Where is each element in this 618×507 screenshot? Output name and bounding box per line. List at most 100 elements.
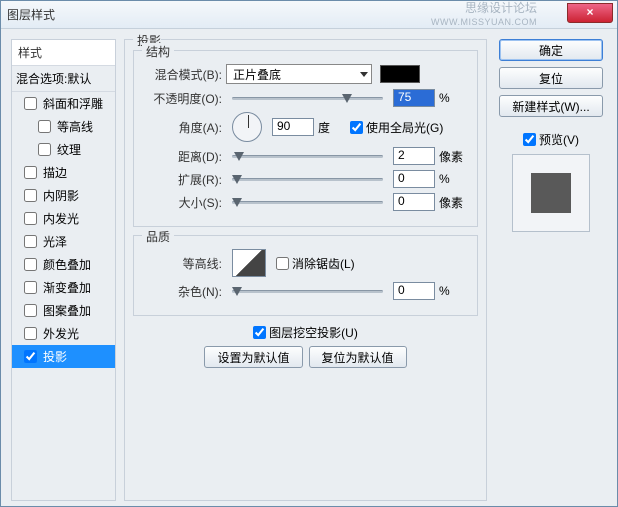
distance-input[interactable]: 2 [393,147,435,165]
effect-label: 描边 [43,164,67,181]
effect-label: 斜面和浮雕 [43,95,103,112]
contour-picker[interactable] [232,249,266,277]
opacity-input[interactable]: 75 [393,89,435,107]
antialias-checkbox[interactable]: 消除锯齿(L) [276,255,355,272]
defaults-button-row: 设置为默认值 复位为默认值 [133,346,478,368]
effect-item[interactable]: 描边 [12,161,115,184]
effect-item[interactable]: 外发光 [12,322,115,345]
effect-label: 内发光 [43,210,79,227]
cancel-button[interactable]: 复位 [499,67,603,89]
effect-checkbox[interactable] [24,97,37,110]
effect-item[interactable]: 渐变叠加 [12,276,115,299]
styles-column: 样式 混合选项:默认 斜面和浮雕等高线纹理描边内阴影内发光光泽颜色叠加渐变叠加图… [11,39,116,496]
spread-unit: % [439,172,467,186]
contour-label: 等高线: [144,255,222,272]
settings-column: 投影 结构 混合模式(B): 正片叠底 不透明度(O): [124,39,487,496]
size-slider[interactable] [232,194,383,210]
effect-label: 光泽 [43,233,67,250]
preview-box [512,154,590,232]
styles-header[interactable]: 样式 [12,40,115,66]
effect-checkbox[interactable] [24,235,37,248]
new-style-button[interactable]: 新建样式(W)... [499,95,603,117]
noise-label: 杂色(N): [144,283,222,300]
close-icon: × [586,5,593,19]
noise-row: 杂色(N): 0 % [144,282,467,300]
blend-mode-row: 混合模式(B): 正片叠底 [144,64,467,84]
noise-input[interactable]: 0 [393,282,435,300]
effect-item[interactable]: 颜色叠加 [12,253,115,276]
quality-group: 品质 等高线: 消除锯齿(L) 杂色(N): 0 % [133,235,478,316]
dialog-body: 样式 混合选项:默认 斜面和浮雕等高线纹理描边内阴影内发光光泽颜色叠加渐变叠加图… [1,29,617,506]
effect-label: 颜色叠加 [43,256,91,273]
spread-label: 扩展(R): [144,171,222,188]
distance-unit: 像素 [439,148,467,165]
structure-group: 结构 混合模式(B): 正片叠底 不透明度(O): 75 % [133,50,478,227]
effect-item[interactable]: 投影 [12,345,115,368]
structure-legend: 结构 [142,43,174,60]
ok-button[interactable]: 确定 [499,39,603,61]
angle-input[interactable]: 90 [272,118,314,136]
contour-row: 等高线: 消除锯齿(L) [144,249,467,277]
shadow-color-swatch[interactable] [380,65,420,83]
titlebar: 图层样式 思缘设计论坛 WWW.MISSYUAN.COM × [1,1,617,29]
effect-checkbox[interactable] [24,327,37,340]
blend-mode-label: 混合模式(B): [144,66,222,83]
blend-options-row[interactable]: 混合选项:默认 [12,66,115,92]
effect-label: 等高线 [57,118,93,135]
size-input[interactable]: 0 [393,193,435,211]
effect-label: 纹理 [57,141,81,158]
effect-label: 图案叠加 [43,302,91,319]
effect-item[interactable]: 光泽 [12,230,115,253]
close-button[interactable]: × [567,3,613,23]
opacity-unit: % [439,91,467,105]
spread-slider[interactable] [232,171,383,187]
effect-checkbox[interactable] [24,350,37,363]
effect-checkbox[interactable] [24,281,37,294]
angle-row: 角度(A): 90 度 使用全局光(G) [144,112,467,142]
effect-item[interactable]: 纹理 [12,138,115,161]
effect-item[interactable]: 图案叠加 [12,299,115,322]
preview-checkbox[interactable]: 预览(V) [523,131,579,148]
effect-checkbox[interactable] [24,189,37,202]
effect-item[interactable]: 内发光 [12,207,115,230]
global-light-checkbox[interactable]: 使用全局光(G) [350,119,443,136]
noise-unit: % [439,284,467,298]
opacity-slider[interactable] [232,90,383,106]
opacity-label: 不透明度(O): [144,90,222,107]
effect-item[interactable]: 斜面和浮雕 [12,92,115,115]
spread-row: 扩展(R): 0 % [144,170,467,188]
window-title: 图层样式 [7,6,55,23]
effect-checkbox[interactable] [38,120,51,133]
noise-slider[interactable] [232,283,383,299]
distance-slider[interactable] [232,148,383,164]
spread-input[interactable]: 0 [393,170,435,188]
effect-label: 投影 [43,348,67,365]
knockout-checkbox[interactable]: 图层挖空投影(U) [253,324,358,341]
effect-checkbox[interactable] [24,212,37,225]
size-row: 大小(S): 0 像素 [144,193,467,211]
action-column: 确定 复位 新建样式(W)... 预览(V) [495,39,607,496]
effect-item[interactable]: 内阴影 [12,184,115,207]
effects-list: 斜面和浮雕等高线纹理描边内阴影内发光光泽颜色叠加渐变叠加图案叠加外发光投影 [12,92,115,368]
effect-item[interactable]: 等高线 [12,115,115,138]
set-default-button[interactable]: 设置为默认值 [204,346,302,368]
effect-checkbox[interactable] [24,258,37,271]
reset-default-button[interactable]: 复位为默认值 [309,346,407,368]
blend-mode-select[interactable]: 正片叠底 [226,64,372,84]
layer-style-dialog: 图层样式 思缘设计论坛 WWW.MISSYUAN.COM × 样式 混合选项:默… [0,0,618,507]
chevron-down-icon [360,72,368,77]
watermark: 思缘设计论坛 WWW.MISSYUAN.COM [431,1,537,29]
effect-settings-group: 投影 结构 混合模式(B): 正片叠底 不透明度(O): [124,39,487,501]
effect-label: 渐变叠加 [43,279,91,296]
preview-section: 预览(V) [512,131,590,232]
effect-checkbox[interactable] [24,304,37,317]
effect-label: 内阴影 [43,187,79,204]
angle-unit: 度 [318,119,346,136]
effect-checkbox[interactable] [24,166,37,179]
quality-legend: 品质 [142,228,174,245]
angle-dial[interactable] [232,112,262,142]
styles-panel: 样式 混合选项:默认 斜面和浮雕等高线纹理描边内阴影内发光光泽颜色叠加渐变叠加图… [11,39,116,501]
preview-swatch [531,173,571,213]
effect-checkbox[interactable] [38,143,51,156]
angle-label: 角度(A): [144,119,222,136]
